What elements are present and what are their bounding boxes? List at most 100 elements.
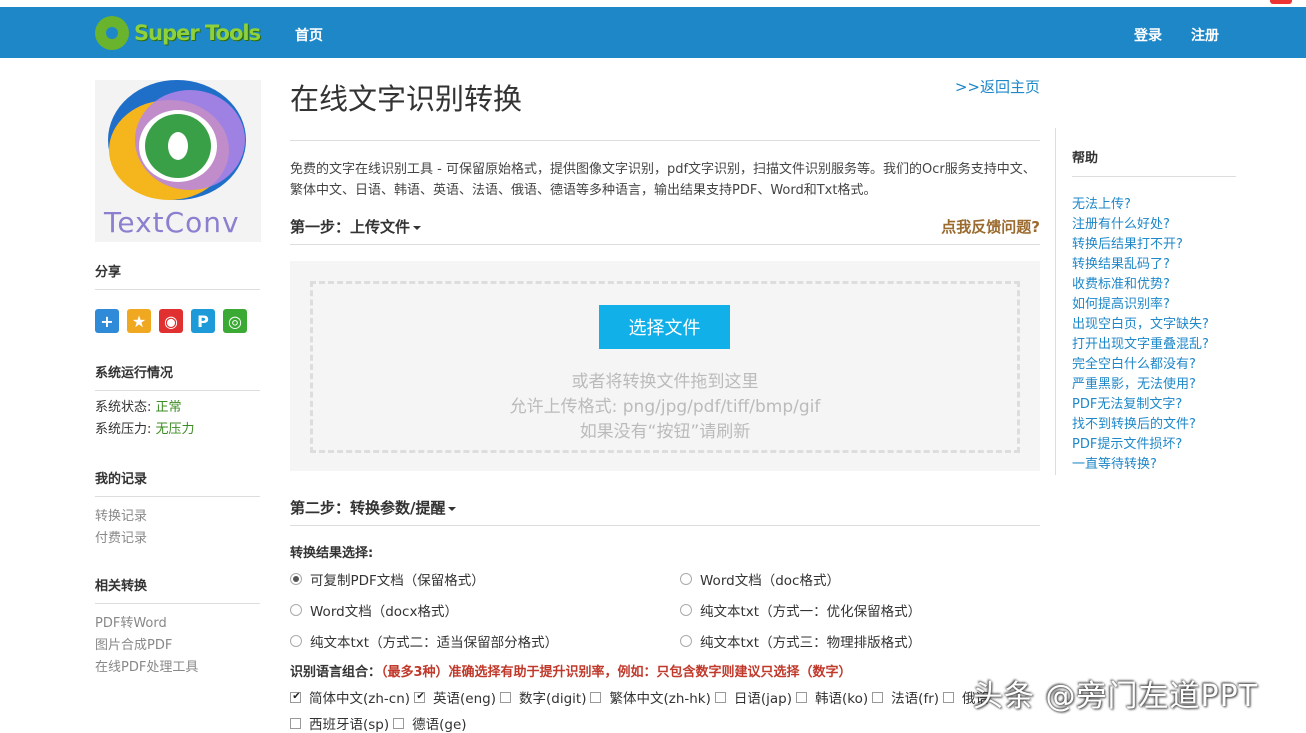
select-file-button[interactable]: 选择文件	[599, 305, 730, 349]
help-item-link[interactable]: 一直等待转换?	[1072, 455, 1235, 475]
drop-hint: 或者将转换文件拖到这里	[571, 372, 759, 392]
step1-title[interactable]: 第一步：上传文件	[290, 216, 422, 237]
radio-circle-icon[interactable]	[680, 573, 692, 585]
checkbox-icon[interactable]	[872, 691, 884, 703]
language-option-checkbox[interactable]: 韩语(ko)	[796, 687, 868, 707]
language-option-checkbox[interactable]: 德语(ge)	[393, 713, 467, 733]
checkbox-icon[interactable]	[393, 717, 405, 729]
checkbox-icon[interactable]	[414, 691, 426, 703]
result-option-label: Word文档（docx格式）	[310, 604, 458, 620]
help-sidebar: 帮助 无法上传? 注册有什么好处? 转换后结果打不开? 转换结果乱码了? 收费标准和优势…	[1055, 128, 1236, 475]
records-heading: 我的记录	[95, 468, 260, 497]
result-option-radio[interactable]: 纯文本txt（方式二：适当保留部分格式）	[290, 631, 680, 651]
radio-circle-icon[interactable]	[290, 635, 302, 647]
language-option-checkbox[interactable]: 法语(fr)	[872, 687, 939, 707]
step2-label: 第二步：转换参数/提醒	[290, 499, 446, 517]
language-option-checkbox[interactable]: 简体中文(zh-cn)	[290, 687, 410, 707]
result-option-radio[interactable]: 纯文本txt（方式三：物理排版格式）	[680, 631, 1040, 651]
step1-header: 第一步：上传文件 点我反馈问题?	[290, 216, 1040, 245]
help-item-link[interactable]: 收费标准和优势?	[1072, 275, 1235, 295]
qzone-star-icon[interactable]: ★	[127, 309, 151, 333]
gear-logo-icon	[94, 15, 130, 51]
radio-circle-icon[interactable]	[290, 604, 302, 616]
system-status-heading: 系统运行情况	[95, 362, 260, 391]
result-option-label: 纯文本txt（方式三：物理排版格式）	[700, 635, 922, 651]
checkbox-icon[interactable]	[290, 691, 302, 703]
checkbox-icon[interactable]	[796, 691, 808, 703]
site-logo[interactable]: Super Tools	[94, 15, 261, 51]
related-pdf-to-word-link[interactable]: PDF转Word	[95, 613, 261, 635]
system-status-value: 正常	[155, 400, 182, 415]
step2-title[interactable]: 第二步：转换参数/提醒	[290, 497, 457, 518]
help-item-link[interactable]: 转换后结果打不开?	[1072, 235, 1235, 255]
nav-login-link[interactable]: 登录	[1134, 25, 1162, 45]
result-option-radio[interactable]: 纯文本txt（方式一：优化保留格式）	[680, 600, 1040, 620]
caret-down-icon	[448, 506, 457, 511]
system-status-row: 系统状态: 正常	[95, 399, 261, 417]
result-option-radio[interactable]: 可复制PDF文档（保留格式）	[290, 569, 680, 589]
help-item-link[interactable]: 严重黑影，无法使用?	[1072, 375, 1235, 395]
weibo-icon[interactable]: ◉	[159, 309, 183, 333]
help-item-link[interactable]: 转换结果乱码了?	[1072, 255, 1235, 275]
textconv-logo-word: TextConv	[104, 206, 240, 239]
share-heading: 分享	[95, 261, 260, 290]
related-heading: 相关转换	[95, 575, 260, 604]
page-title: 在线文字识别转换	[290, 82, 523, 116]
help-item-link[interactable]: 找不到转换后的文件?	[1072, 415, 1235, 435]
main-content: 在线文字识别转换 >>返回主页 免费的文字在线识别工具 - 可保留原始格式，提供…	[290, 72, 1040, 733]
navbar: Super Tools 首页 登录 注册	[0, 7, 1306, 58]
help-item-link[interactable]: 注册有什么好处?	[1072, 215, 1235, 235]
help-item-link[interactable]: 出现空白页，文字缺失?	[1072, 315, 1235, 335]
p-share-icon[interactable]: P	[191, 309, 215, 333]
language-option-label: 数字(digit)	[519, 691, 587, 707]
language-option-checkbox[interactable]: 日语(jap)	[714, 687, 792, 707]
help-item-link[interactable]: 打开出现文字重叠混乱?	[1072, 335, 1235, 355]
help-item-link[interactable]: PDF无法复制文字?	[1072, 395, 1235, 415]
result-option-label: Word文档（doc格式）	[700, 573, 840, 589]
language-option-checkbox[interactable]: 西班牙语(sp)	[290, 713, 389, 733]
related-image-to-pdf-link[interactable]: 图片合成PDF	[95, 635, 261, 657]
result-option-radio[interactable]: Word文档（doc格式）	[680, 569, 1040, 589]
help-item-link[interactable]: 无法上传?	[1072, 195, 1235, 215]
step1-label: 第一步：上传文件	[290, 218, 411, 236]
result-option-radio[interactable]: Word文档（docx格式）	[290, 600, 680, 620]
radio-circle-icon[interactable]	[680, 635, 692, 647]
title-divider	[290, 140, 1040, 141]
result-option-label: 纯文本txt（方式二：适当保留部分格式）	[310, 635, 559, 651]
plus-share-icon[interactable]: +	[95, 309, 119, 333]
language-heading-label: 识别语言组合：	[290, 665, 382, 680]
help-item-link[interactable]: PDF提示文件损坏?	[1072, 435, 1235, 455]
radio-circle-icon[interactable]	[290, 573, 302, 585]
language-option-checkbox[interactable]: 繁体中文(zh-hk)	[590, 687, 711, 707]
feedback-link[interactable]: 点我反馈问题?	[941, 216, 1040, 237]
upload-drop-area[interactable]: 选择文件 或者将转换文件拖到这里 允许上传格式: png/jpg/pdf/tif…	[290, 261, 1040, 471]
nav-register-link[interactable]: 注册	[1191, 25, 1219, 45]
wechat-icon[interactable]: ◎	[223, 309, 247, 333]
top-red-tab	[1270, 0, 1292, 4]
logo-text: Super Tools	[134, 21, 261, 45]
help-list: 无法上传? 注册有什么好处? 转换后结果打不开? 转换结果乱码了? 收费标准和优势? 如何…	[1072, 195, 1235, 475]
result-option-label: 纯文本txt（方式一：优化保留格式）	[700, 604, 922, 620]
help-item-link[interactable]: 完全空白什么都没有?	[1072, 355, 1235, 375]
checkbox-icon[interactable]	[943, 691, 955, 703]
top-strip	[0, 0, 1306, 7]
related-pdf-tools-link[interactable]: 在线PDF处理工具	[95, 657, 261, 679]
checkbox-icon[interactable]	[714, 691, 726, 703]
conversion-records-link[interactable]: 转换记录	[95, 506, 261, 528]
radio-circle-icon[interactable]	[680, 604, 692, 616]
system-status-label: 系统状态:	[95, 400, 152, 415]
system-load-label: 系统压力:	[95, 422, 152, 437]
back-home-link[interactable]: >>返回主页	[955, 76, 1040, 97]
help-item-link[interactable]: 如何提高识别率?	[1072, 295, 1235, 315]
language-option-checkbox[interactable]: 英语(eng)	[414, 687, 496, 707]
checkbox-icon[interactable]	[590, 691, 602, 703]
language-option-checkbox[interactable]: 数字(digit)	[500, 687, 586, 707]
language-note: （最多3种）准确选择有助于提升识别率，例如：只包含数字则建议只选择（数字）	[381, 665, 852, 680]
result-format-heading: 转换结果选择:	[290, 546, 374, 561]
result-format-options: 可复制PDF文档（保留格式） Word文档（doc格式） Word文档（docx格式…	[290, 569, 1040, 651]
share-icons: + ★ ◉ P ◎	[95, 309, 261, 333]
checkbox-icon[interactable]	[290, 717, 301, 729]
payment-records-link[interactable]: 付费记录	[95, 528, 261, 550]
nav-home-link[interactable]: 首页	[295, 25, 323, 45]
checkbox-icon[interactable]	[500, 691, 511, 703]
